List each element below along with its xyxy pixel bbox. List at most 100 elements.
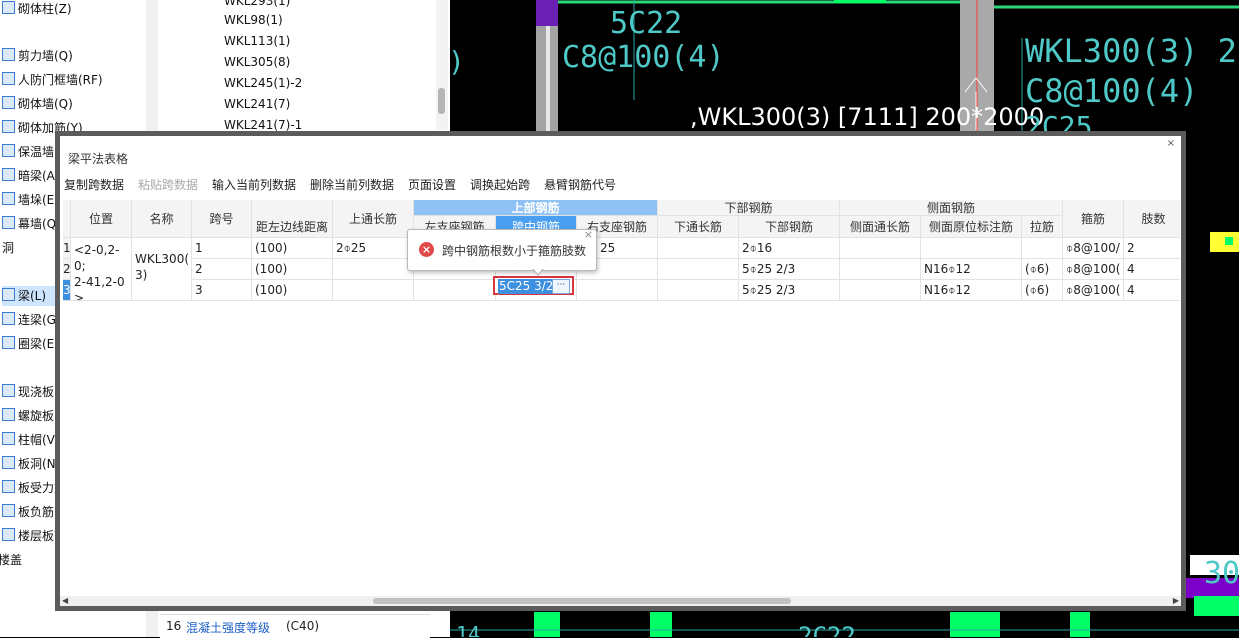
horizontal-scroll-thumb[interactable]: [373, 598, 791, 604]
paste-span-button[interactable]: 粘贴跨数据: [138, 176, 198, 193]
list-item[interactable]: WKL305(8): [224, 52, 290, 72]
cell-bottom-through[interactable]: [658, 238, 739, 259]
cad-text: ): [450, 45, 465, 78]
beam-grid: 位置 名称 跨号 距左边线距离 上通长筋 上部钢筋 下部钢筋 侧面钢筋 箍筋 肢…: [63, 200, 1180, 596]
header-lower-rebar: 下部钢筋: [658, 200, 840, 216]
cell-top-through[interactable]: 2⌽25: [333, 238, 414, 259]
row-header[interactable]: 2: [63, 259, 71, 280]
cell-bottom-through[interactable]: [658, 280, 739, 301]
tree-item-column-cap[interactable]: 柱帽(V): [2, 430, 60, 450]
tree-item-hidden-beam[interactable]: 暗梁(A): [2, 166, 60, 186]
page-setup-button[interactable]: 页面设置: [408, 176, 456, 193]
header-tie-bar: 拉筋: [1022, 216, 1063, 238]
tree-group-floor-system[interactable]: 楼盖: [0, 550, 22, 570]
ellipsis-button[interactable]: ···: [552, 279, 570, 294]
cell-side-in-situ[interactable]: N16⌽12: [921, 259, 1022, 280]
horizontal-scrollbar[interactable]: ◀ ▶: [60, 596, 1181, 606]
cell-tie-bar[interactable]: (⌽6): [1022, 259, 1063, 280]
property-row-concrete-grade[interactable]: 16 混凝土强度等级 (C40): [160, 614, 430, 638]
tree-item-curtain-wall[interactable]: 幕墙(Q): [2, 214, 61, 234]
cell-stirrup[interactable]: ⌽8@100/: [1063, 238, 1124, 259]
cell-right-support[interactable]: [577, 280, 658, 301]
cell-position[interactable]: <2-0,2-0; 2-41,2-0 >: [71, 238, 132, 301]
tree-item-masonry-wall[interactable]: 砌体墙(Q): [2, 94, 73, 114]
row-header[interactable]: 1: [63, 238, 71, 259]
cell-legs[interactable]: 4: [1124, 280, 1180, 301]
tree-item-spiral-slab[interactable]: 螺旋板(: [2, 406, 59, 426]
slab-rebar-icon: [2, 480, 15, 493]
list-item[interactable]: WKL241(7): [224, 94, 290, 114]
tree-item-wall-pier[interactable]: 墙垛(E): [2, 190, 59, 210]
cell-side-in-situ[interactable]: [921, 238, 1022, 259]
cell-distance[interactable]: (100): [252, 238, 333, 259]
curtain-wall-icon: [2, 216, 15, 229]
insulation-wall-icon: [2, 144, 15, 157]
cell-span[interactable]: 3: [192, 280, 252, 301]
tree-item-shear-wall[interactable]: 剪力墙(Q): [2, 46, 73, 66]
masonry-reinforcement-icon: [2, 120, 15, 133]
tree-item-slab-negative-rebar[interactable]: 板负筋(: [2, 502, 59, 522]
position-line: 2-41,2-0: [74, 275, 125, 289]
tree-item-coupling-beam[interactable]: 连梁(G): [2, 310, 61, 330]
cell-legs[interactable]: 2: [1124, 238, 1180, 259]
header-stirrup: 箍筋: [1063, 200, 1124, 238]
close-icon[interactable]: ×: [584, 228, 593, 241]
list-item[interactable]: WKL98(1): [224, 10, 283, 30]
switch-start-span-button[interactable]: 调换起始跨: [470, 176, 530, 193]
cell-span[interactable]: 1: [192, 238, 252, 259]
cell-side-in-situ[interactable]: N16⌽12: [921, 280, 1022, 301]
hidden-beam-icon: [2, 168, 15, 181]
close-icon[interactable]: ×: [1167, 138, 1175, 149]
row-header[interactable]: 3: [63, 280, 71, 301]
scroll-right-icon[interactable]: ▶: [1173, 596, 1179, 605]
tree-item-civil-defense-door-wall[interactable]: 人防门框墙(RF): [2, 70, 103, 90]
cell-lower-bar[interactable]: 5⌽25 2/3: [739, 280, 840, 301]
scroll-left-icon[interactable]: ◀: [62, 596, 68, 605]
cell-distance[interactable]: (100): [252, 259, 333, 280]
cell-legs[interactable]: 4: [1124, 259, 1180, 280]
list-item[interactable]: WKL113(1): [224, 31, 290, 51]
input-column-button[interactable]: 输入当前列数据: [212, 176, 296, 193]
delete-column-button[interactable]: 删除当前列数据: [310, 176, 394, 193]
tree-item-ring-beam[interactable]: 圈梁(E): [2, 334, 59, 354]
tree-item-masonry-column[interactable]: 砌体柱(Z): [2, 0, 72, 19]
list-item[interactable]: WKL245(1)-2: [224, 73, 302, 93]
cell-name[interactable]: WKL300( 3): [132, 238, 192, 301]
cell-side-through[interactable]: [840, 259, 921, 280]
beam-icon: [2, 288, 15, 301]
tooltip-arrow-fill: [533, 268, 543, 274]
mid-span-edit-value[interactable]: 5C25 3/2: [498, 279, 555, 294]
tree-group-opening[interactable]: 洞: [2, 238, 14, 258]
cell-lower-bar[interactable]: 2⌽16: [739, 238, 840, 259]
position-line: >: [74, 291, 85, 301]
cell-distance[interactable]: (100): [252, 280, 333, 301]
cell-side-through[interactable]: [840, 280, 921, 301]
cell-lower-bar[interactable]: 5⌽25 2/3: [739, 259, 840, 280]
cell-bottom-through[interactable]: [658, 259, 739, 280]
cell-top-through[interactable]: [333, 280, 414, 301]
list-scroll-thumb[interactable]: [438, 88, 445, 114]
cell-stirrup[interactable]: ⌽8@100(: [1063, 259, 1124, 280]
cell-span[interactable]: 2: [192, 259, 252, 280]
cad-text: 30: [1204, 556, 1239, 591]
cell-left-support[interactable]: [414, 280, 496, 301]
copy-span-button[interactable]: 复制跨数据: [64, 176, 124, 193]
header-distance: 距左边线距离: [252, 200, 333, 238]
dialog-title: 梁平法表格: [68, 152, 129, 166]
cell-stirrup[interactable]: ⌽8@100(: [1063, 280, 1124, 301]
header-side-in-situ: 侧面原位标注筋: [921, 216, 1022, 238]
mid-span-edit-field[interactable]: 5C25 3/2 ···: [493, 276, 574, 295]
cell-tie-bar[interactable]: (⌽6): [1022, 280, 1063, 301]
tree-item-slab-opening[interactable]: 板洞(N): [2, 454, 60, 474]
floor-strip-icon: [2, 528, 15, 541]
cell-tie-bar[interactable]: [1022, 238, 1063, 259]
list-scrollbar[interactable]: [436, 0, 448, 130]
cantilever-code-button[interactable]: 悬臂钢筋代号: [544, 176, 616, 193]
property-name: 混凝土强度等级: [186, 621, 271, 635]
civil-defense-door-icon: [2, 72, 15, 85]
cell-top-through[interactable]: [333, 259, 414, 280]
cell-side-through[interactable]: [840, 238, 921, 259]
tree-item-cast-slab[interactable]: 现浇板(: [2, 382, 59, 402]
property-value[interactable]: (C40): [286, 619, 319, 633]
ring-beam-icon: [2, 336, 15, 349]
